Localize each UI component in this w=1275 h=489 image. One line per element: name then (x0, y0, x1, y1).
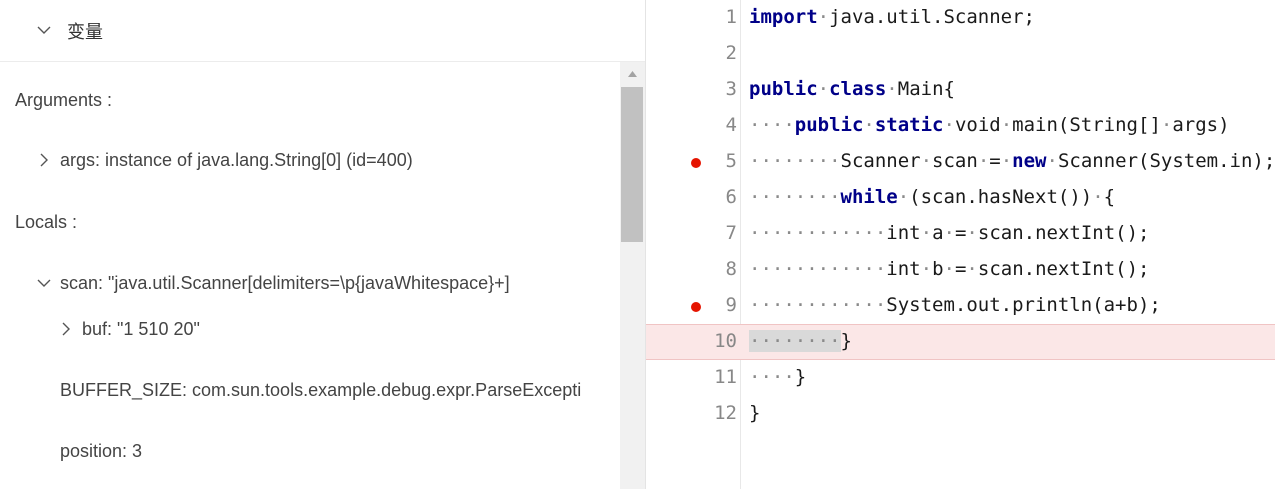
code-line-12[interactable]: 12 } (646, 396, 1275, 432)
line-number: 10 (714, 330, 737, 352)
keyword: public (749, 78, 818, 100)
tree-item-buf[interactable]: buf: "1 510 20" (0, 317, 620, 341)
code-text: ············int·b·=·scan.nextInt(); (749, 258, 1150, 280)
code-token: void (954, 114, 1001, 136)
code-text: ········Scanner·scan·=·new·Scanner(Syste… (749, 150, 1275, 172)
code-token: java.util.Scanner; (829, 6, 1035, 28)
chevron-down-icon[interactable] (36, 275, 52, 291)
code-token: a (932, 222, 944, 244)
keyword: new (1012, 150, 1047, 172)
code-token: Scanner(System.in); (1057, 150, 1275, 172)
line-number: 3 (725, 78, 737, 100)
scroll-up-arrow-icon[interactable] (620, 62, 645, 86)
code-token: Main{ (897, 78, 955, 100)
code-text: ············System.out.println(a+b); (749, 294, 1161, 316)
line-number: 6 (725, 186, 737, 208)
code-token: System.out.println(a+b); (886, 294, 1161, 316)
scrollbar-thumb[interactable] (621, 87, 643, 242)
line-number: 4 (725, 114, 737, 136)
code-text: import·java.util.Scanner; (749, 6, 1035, 28)
code-line-10-current[interactable]: 10 ········} (646, 324, 1275, 360)
tree-item-buffer-size[interactable]: BUFFER_SIZE: com.sun.tools.example.debug… (60, 378, 582, 402)
tree-item-scan[interactable]: scan: "java.util.Scanner[delimiters=\p{j… (0, 271, 620, 295)
code-token: args) (1172, 114, 1230, 136)
variables-header[interactable]: 变量 (0, 0, 645, 62)
scan-label: scan: "java.util.Scanner[delimiters=\p{j… (60, 273, 510, 293)
code-text: ····public·static·void·main(String[]·arg… (749, 114, 1230, 136)
code-token: b (932, 258, 944, 280)
keyword: static (874, 114, 944, 136)
code-line-6[interactable]: 6 ········while·(scan.hasNext())·{ (646, 180, 1275, 216)
line-number: 2 (725, 42, 737, 64)
code-text: ········} (749, 330, 852, 352)
code-text: ····} (749, 366, 807, 388)
code-token: = (954, 258, 967, 280)
variables-scrollbar[interactable] (620, 62, 645, 489)
code-token: } (840, 330, 852, 352)
chevron-right-icon[interactable] (58, 321, 74, 337)
code-text: public·class·Main{ (749, 78, 955, 100)
code-text: ············int·a·=·scan.nextInt(); (749, 222, 1150, 244)
code-token: Scanner (840, 150, 921, 172)
chevron-right-icon[interactable] (36, 152, 52, 168)
code-line-5[interactable]: 5 ········Scanner·scan·=·new·Scanner(Sys… (646, 144, 1275, 180)
buf-label: buf: "1 510 20" (82, 319, 200, 339)
code-line-9[interactable]: 9 ············System.out.println(a+b); (646, 288, 1275, 324)
code-text: } (749, 402, 760, 424)
line-number: 5 (725, 150, 737, 172)
line-number: 1 (725, 6, 737, 28)
breakpoint-icon[interactable] (691, 158, 701, 168)
line-number: 8 (725, 258, 737, 280)
code-token: main(String[] (1012, 114, 1161, 136)
keyword: while (840, 186, 898, 208)
line-number: 12 (714, 402, 737, 424)
code-token: } (749, 402, 761, 424)
code-token: = (989, 150, 1001, 172)
variables-panel: 变量 Arguments : args: instance of java.la… (0, 0, 645, 489)
keyword: class (829, 78, 887, 100)
tree-item-args[interactable]: args: instance of java.lang.String[0] (i… (0, 148, 620, 172)
code-editor[interactable]: 1 import·java.util.Scanner; 2 3 public·c… (645, 0, 1275, 489)
keyword: import (749, 6, 818, 28)
code-token: } (794, 366, 807, 388)
variables-tree: Arguments : args: instance of java.lang.… (0, 62, 620, 489)
locals-label: Locals : (15, 212, 78, 232)
code-line-3[interactable]: 3 public·class·Main{ (646, 72, 1275, 108)
code-token: int (886, 258, 921, 280)
code-line-7[interactable]: 7 ············int·a·=·scan.nextInt(); (646, 216, 1275, 252)
code-line-8[interactable]: 8 ············int·b·=·scan.nextInt(); (646, 252, 1275, 288)
line-number: 11 (714, 366, 737, 388)
arguments-label: Arguments : (15, 90, 113, 110)
code-line-1[interactable]: 1 import·java.util.Scanner; (646, 0, 1275, 36)
chevron-down-icon[interactable] (36, 22, 52, 38)
args-label: args: instance of java.lang.String[0] (i… (60, 150, 413, 170)
code-line-4[interactable]: 4 ····public·static·void·main(String[]·a… (646, 108, 1275, 144)
code-token: { (1103, 186, 1116, 208)
line-number: 9 (725, 294, 737, 316)
line-number: 7 (725, 222, 737, 244)
code-token: scan (932, 150, 978, 172)
code-token: (scan.hasNext()) (909, 186, 1093, 208)
code-token: scan.nextInt(); (977, 222, 1150, 244)
code-token: int (886, 222, 921, 244)
code-text: ········while·(scan.hasNext())·{ (749, 186, 1116, 208)
keyword: public (794, 114, 864, 136)
code-token: scan.nextInt(); (977, 258, 1150, 280)
code-line-2[interactable]: 2 (646, 36, 1275, 72)
code-token: = (954, 222, 967, 244)
code-line-11[interactable]: 11 ····} (646, 360, 1275, 396)
breakpoint-icon[interactable] (691, 302, 701, 312)
tree-item-position[interactable]: position: 3 (60, 439, 582, 463)
variables-title: 变量 (67, 22, 103, 42)
